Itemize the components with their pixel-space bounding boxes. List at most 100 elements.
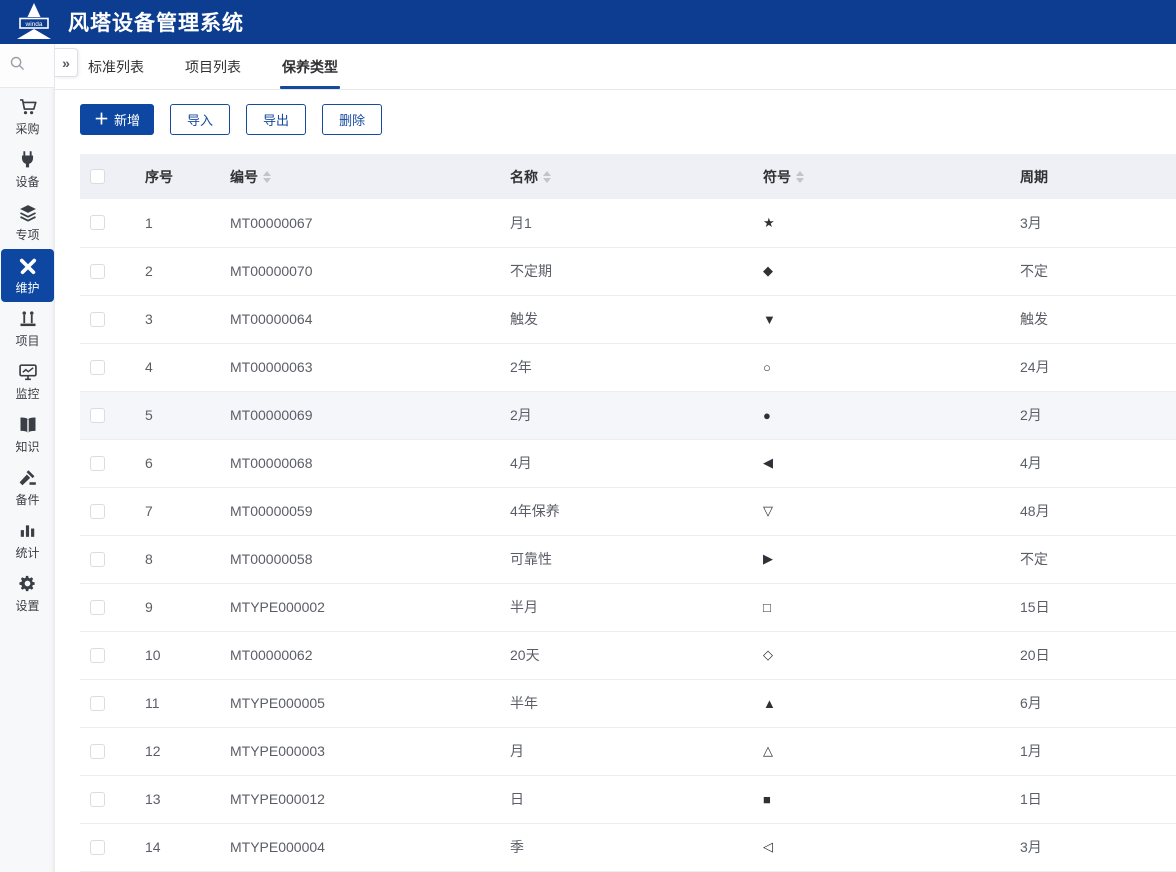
cell-symbol: ▼	[763, 295, 1020, 344]
table-row: 7 MT00000059 4年保养 ▽ 48月	[80, 487, 1176, 536]
svg-text:winda: winda	[25, 21, 43, 28]
row-checkbox[interactable]	[90, 791, 105, 807]
cell-symbol: ○	[763, 343, 1020, 392]
row-checkbox[interactable]	[90, 455, 105, 471]
row-checkbox[interactable]	[90, 839, 105, 855]
row-checkbox[interactable]	[90, 647, 105, 663]
row-checkbox[interactable]	[90, 599, 105, 615]
cell-index: 1	[145, 199, 230, 248]
row-checkbox[interactable]	[90, 311, 105, 327]
sidebar-item-knowledge[interactable]: 知识	[1, 408, 54, 461]
sidebar-search[interactable]	[0, 44, 55, 88]
cell-code: MTYPE000012	[230, 775, 510, 824]
sidebar-item-spare-parts[interactable]: 备件	[1, 461, 54, 514]
sidebar-item-label: 采购	[15, 122, 40, 136]
cell-name: 20天	[510, 631, 763, 680]
sort-caret-icon[interactable]	[263, 170, 271, 183]
search-icon	[9, 55, 26, 77]
main-content: 标准列表 项目列表 保养类型 ＋ 新增 导入 导出 删除 序号 编号 名称 符号 周期 1M…	[55, 44, 1176, 872]
row-checkbox[interactable]	[90, 695, 105, 711]
add-button[interactable]: ＋ 新增	[80, 104, 155, 135]
winda-logo-icon: winda	[8, 2, 60, 42]
cell-name: 2年	[510, 343, 763, 392]
cell-symbol: ●	[763, 391, 1020, 440]
cell-code: MT00000068	[230, 439, 510, 488]
import-button[interactable]: 导入	[170, 104, 231, 135]
cell-index: 4	[145, 343, 230, 392]
sidebar-expand-button[interactable]: »	[55, 48, 78, 77]
table-row: 10 MT00000062 20天 ◇ 20日	[80, 631, 1176, 680]
sidebar-item-label: 备件	[15, 493, 40, 507]
column-header-period: 周期	[1020, 154, 1176, 199]
row-checkbox[interactable]	[90, 215, 105, 231]
sidebar-item-equipment[interactable]: 设备	[1, 143, 54, 196]
cell-code: MT00000067	[230, 199, 510, 248]
plus-icon: ＋	[94, 111, 110, 128]
layers-icon	[17, 202, 38, 223]
cell-period: 1日	[1020, 775, 1176, 824]
cell-code: MT00000059	[230, 487, 510, 536]
column-header-code[interactable]: 编号	[230, 154, 510, 199]
table-row: 3 MT00000064 触发 ▼ 触发	[80, 295, 1176, 344]
sidebar-item-settings[interactable]: 设置	[1, 567, 54, 620]
row-checkbox[interactable]	[90, 551, 105, 567]
sidebar-item-label: 设置	[15, 599, 40, 613]
cell-symbol: ▽	[763, 487, 1020, 536]
column-header-symbol[interactable]: 符号	[763, 154, 1020, 199]
sidebar-item-label: 统计	[15, 546, 40, 560]
cell-index: 5	[145, 391, 230, 440]
column-label: 名称	[510, 168, 538, 185]
cell-symbol: △	[763, 727, 1020, 776]
cell-name: 2月	[510, 391, 763, 440]
sidebar-item-label: 维护	[15, 281, 40, 295]
sidebar-item-maintenance[interactable]: 维护	[1, 249, 54, 302]
cell-name: 不定期	[510, 247, 763, 296]
sidebar-item-monitoring[interactable]: 监控	[1, 355, 54, 408]
sidebar-item-label: 专项	[15, 228, 40, 242]
sort-caret-icon[interactable]	[796, 170, 804, 183]
chevrons-right-icon: »	[62, 54, 70, 71]
tab-standard-list[interactable]: 标准列表	[88, 44, 144, 89]
row-checkbox[interactable]	[90, 263, 105, 279]
cell-index: 13	[145, 775, 230, 824]
sidebar: 采购设备专项维护项目 监控知识备件统计设置	[0, 44, 55, 872]
book-icon	[17, 414, 38, 435]
sidebar-item-procurement[interactable]: 采购	[1, 90, 54, 143]
bar-chart-icon	[17, 520, 38, 541]
tab-project-list[interactable]: 项目列表	[185, 44, 241, 89]
table-row: 9 MTYPE000002 半月 □ 15日	[80, 583, 1176, 632]
row-checkbox[interactable]	[90, 407, 105, 423]
select-all-checkbox[interactable]	[90, 169, 105, 184]
row-checkbox[interactable]	[90, 503, 105, 519]
cell-index: 6	[145, 439, 230, 488]
sidebar-item-statistics[interactable]: 统计	[1, 514, 54, 567]
export-button[interactable]: 导出	[246, 104, 307, 135]
table-row: 12 MTYPE000003 月 △ 1月	[80, 727, 1176, 776]
row-checkbox[interactable]	[90, 359, 105, 375]
table-row: 1 MT00000067 月1 ★ 3月	[80, 199, 1176, 248]
cell-index: 10	[145, 631, 230, 680]
cell-name: 4月	[510, 439, 763, 488]
table-row: 5 MT00000069 2月 ● 2月	[80, 391, 1176, 440]
sidebar-item-project[interactable]: 项目	[1, 302, 54, 355]
plug-icon	[17, 149, 38, 170]
column-label: 序号	[145, 168, 173, 185]
delete-button[interactable]: 删除	[322, 104, 383, 135]
app-header: winda 风塔设备管理系统	[0, 0, 1176, 44]
cell-symbol: ◁	[763, 823, 1020, 872]
stand-icon	[17, 308, 38, 329]
cell-period: 3月	[1020, 823, 1176, 872]
sort-caret-icon[interactable]	[543, 170, 551, 183]
sidebar-item-special[interactable]: 专项	[1, 196, 54, 249]
cell-code: MTYPE000002	[230, 583, 510, 632]
cell-period: 6月	[1020, 679, 1176, 728]
sidebar-item-label: 知识	[15, 440, 40, 454]
column-header-name[interactable]: 名称	[510, 154, 763, 199]
table-header-row: 序号 编号 名称 符号 周期	[80, 154, 1176, 199]
row-checkbox[interactable]	[90, 743, 105, 759]
tab-maintenance-type[interactable]: 保养类型	[280, 44, 340, 89]
maintenance-type-table: 序号 编号 名称 符号 周期 1 MT00000067 月1 ★ 3月 2 MT00000070 不定…	[80, 154, 1176, 872]
cell-symbol: ★	[763, 199, 1020, 248]
cell-code: MTYPE000004	[230, 823, 510, 872]
cell-name: 月1	[510, 199, 763, 248]
